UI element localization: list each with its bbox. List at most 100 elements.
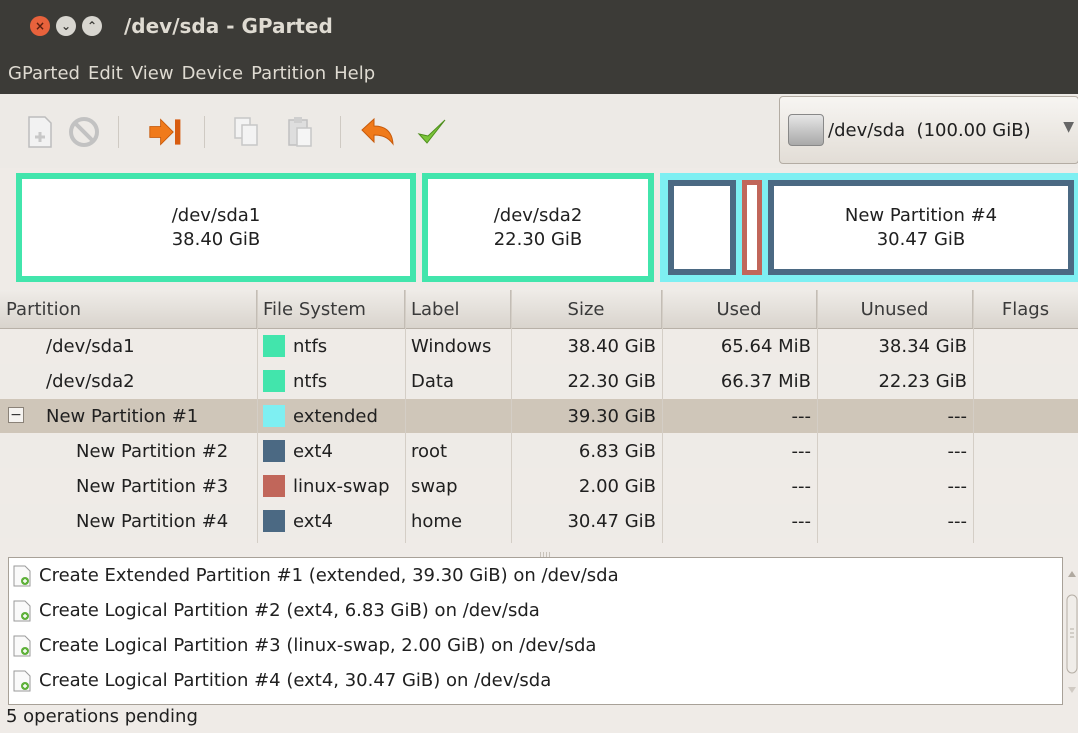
operation-text: Create Logical Partition #2 (ext4, 6.83 … <box>39 600 540 621</box>
cell-label: Windows <box>411 335 492 357</box>
column-partition[interactable]: Partition <box>0 290 257 328</box>
map-partition-name: New Partition #4 <box>844 204 998 226</box>
fs-name: extended <box>293 405 378 427</box>
delete-partition-button[interactable] <box>66 114 102 150</box>
pane-resize-handle[interactable] <box>0 544 1078 557</box>
new-partition-icon <box>13 635 31 657</box>
table-row-selected[interactable]: − New Partition #1 extended 39.30 GiB --… <box>0 399 1078 433</box>
fs-name: linux-swap <box>293 475 390 497</box>
column-size[interactable]: Size <box>511 290 662 328</box>
cell-partition: /dev/sda1 <box>46 335 135 357</box>
column-divider <box>662 290 663 543</box>
column-label[interactable]: Label <box>405 290 511 328</box>
status-bar: 5 operations pending <box>6 706 198 727</box>
toolbar-separator <box>118 116 119 148</box>
map-partition-name: /dev/sda2 <box>493 204 583 226</box>
cell-file-system: ntfs <box>257 364 405 398</box>
maximize-window-button[interactable]: ⌃ <box>82 16 102 36</box>
menu-help[interactable]: Help <box>334 63 375 84</box>
operation-text: Create Extended Partition #1 (extended, … <box>39 565 619 586</box>
operation-item[interactable]: Create Extended Partition #1 (extended, … <box>9 558 1062 593</box>
new-partition-icon <box>13 670 31 692</box>
cell-size: 30.47 GiB <box>567 510 656 532</box>
fs-color-swatch <box>263 440 285 462</box>
dropdown-arrow-icon: ▼ <box>1063 119 1074 135</box>
pending-operations-list: Create Extended Partition #1 (extended, … <box>8 557 1063 705</box>
cell-partition: New Partition #3 <box>76 475 229 497</box>
cell-flags <box>973 364 1078 398</box>
fs-color-swatch <box>263 335 285 357</box>
column-used[interactable]: Used <box>662 290 817 328</box>
column-unused[interactable]: Unused <box>817 290 973 328</box>
map-partition-size: 22.30 GiB <box>493 228 583 250</box>
map-partition-extended[interactable]: New Partition #4 30.47 GiB <box>660 173 1078 282</box>
paste-button[interactable] <box>282 114 318 150</box>
resize-move-button[interactable] <box>148 114 184 150</box>
operation-item[interactable]: Create Logical Partition #3 (linux-swap,… <box>9 628 1062 663</box>
fs-name: ext4 <box>293 510 333 532</box>
column-divider <box>257 290 258 543</box>
operation-item[interactable]: Create Logical Partition #4 (ext4, 30.47… <box>9 663 1062 698</box>
minimize-window-button[interactable]: ⌄ <box>56 16 76 36</box>
partition-table-header: Partition File System Label Size Used Un… <box>0 290 1078 329</box>
map-partition-p2[interactable] <box>668 180 736 275</box>
operation-text: Create Logical Partition #4 (ext4, 30.47… <box>39 670 552 691</box>
apply-button[interactable] <box>414 114 450 150</box>
column-divider <box>405 290 406 543</box>
table-row[interactable]: /dev/sda1 ntfs Windows 38.40 GiB 65.64 M… <box>0 329 1078 363</box>
checkmark-icon <box>417 119 446 144</box>
table-row[interactable]: New Partition #4 ext4 home 30.47 GiB ---… <box>0 504 1078 538</box>
cell-flags <box>973 399 1078 433</box>
column-file-system[interactable]: File System <box>257 290 405 328</box>
menu-gparted[interactable]: GParted <box>8 63 80 84</box>
map-partition-sda2[interactable]: /dev/sda2 22.30 GiB <box>422 173 654 282</box>
cell-label: Data <box>411 370 454 392</box>
copy-icon <box>234 117 258 146</box>
undo-button[interactable] <box>360 114 396 150</box>
fs-color-swatch <box>263 370 285 392</box>
menu-edit[interactable]: Edit <box>88 63 123 84</box>
menu-partition[interactable]: Partition <box>251 63 326 84</box>
cell-used: 65.64 MiB <box>720 335 811 357</box>
cell-size: 39.30 GiB <box>567 405 656 427</box>
table-row[interactable]: New Partition #2 ext4 root 6.83 GiB --- … <box>0 434 1078 468</box>
device-selector[interactable]: /dev/sda (100.00 GiB) ▼ <box>779 96 1078 164</box>
title-bar: × ⌄ ⌃ /dev/sda - GParted <box>0 0 1078 52</box>
map-partition-size: 30.47 GiB <box>876 228 966 250</box>
table-row[interactable]: New Partition #3 linux-swap swap 2.00 Gi… <box>0 469 1078 503</box>
device-label: /dev/sda (100.00 GiB) <box>828 119 1031 141</box>
paste-icon <box>288 117 312 147</box>
map-partition-sda1[interactable]: /dev/sda1 38.40 GiB <box>16 173 416 282</box>
partition-map: /dev/sda1 38.40 GiB /dev/sda2 22.30 GiB … <box>14 173 1078 282</box>
column-divider <box>973 290 974 543</box>
new-partition-button[interactable] <box>22 114 58 150</box>
cell-used: --- <box>791 475 812 497</box>
map-partition-p4[interactable]: New Partition #4 30.47 GiB <box>768 180 1074 275</box>
harddisk-icon <box>788 114 824 146</box>
cell-used: --- <box>791 405 812 427</box>
map-partition-name: /dev/sda1 <box>171 204 261 226</box>
delete-icon <box>69 117 99 147</box>
cell-partition: New Partition #2 <box>76 440 229 462</box>
toolbar-separator <box>340 116 341 148</box>
copy-button[interactable] <box>228 114 264 150</box>
column-flags[interactable]: Flags <box>973 290 1078 328</box>
cell-partition: New Partition #1 <box>46 405 199 427</box>
operations-scrollbar[interactable] <box>1066 565 1078 700</box>
cell-file-system: ntfs <box>257 329 405 363</box>
table-row[interactable]: /dev/sda2 ntfs Data 22.30 GiB 66.37 MiB … <box>0 364 1078 398</box>
cell-unused: 38.34 GiB <box>878 335 967 357</box>
map-partition-p3[interactable] <box>742 180 762 275</box>
close-window-button[interactable]: × <box>30 16 50 36</box>
cell-flags <box>973 504 1078 538</box>
fs-name: ntfs <box>293 335 328 357</box>
cell-unused: --- <box>947 440 968 462</box>
operation-item[interactable]: Create Logical Partition #2 (ext4, 6.83 … <box>9 593 1062 628</box>
new-partition-icon <box>13 565 31 587</box>
menu-view[interactable]: View <box>131 63 174 84</box>
cell-used: 66.37 MiB <box>720 370 811 392</box>
cell-file-system: linux-swap <box>257 469 405 503</box>
menu-device[interactable]: Device <box>182 63 244 84</box>
cell-partition: New Partition #4 <box>76 510 229 532</box>
collapse-expander-icon[interactable]: − <box>8 407 24 423</box>
